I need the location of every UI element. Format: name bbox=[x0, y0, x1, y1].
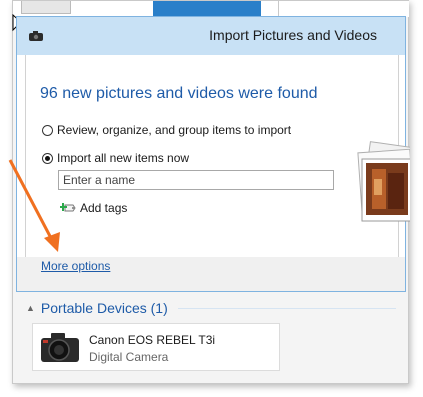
review-option[interactable]: Review, organize, and group items to imp… bbox=[42, 123, 291, 137]
import-dialog: Import Pictures and Videos 96 new pictur… bbox=[16, 16, 410, 292]
explorer-tile[interactable] bbox=[278, 1, 409, 17]
photo-stack-image bbox=[357, 141, 410, 222]
review-radio[interactable] bbox=[42, 124, 53, 136]
add-tag-icon bbox=[60, 203, 76, 212]
device-item-canon[interactable]: Canon EOS REBEL T3i Digital Camera bbox=[32, 323, 280, 371]
import-all-radio[interactable] bbox=[42, 152, 53, 164]
more-options-link[interactable]: More options bbox=[41, 259, 110, 273]
explorer-selected-tile[interactable] bbox=[153, 1, 261, 17]
section-divider bbox=[177, 307, 396, 309]
explorer-thumbnail bbox=[21, 1, 71, 14]
collapse-caret-icon[interactable]: ▲ bbox=[26, 303, 35, 313]
device-type: Digital Camera bbox=[89, 350, 169, 364]
add-tags-label: Add tags bbox=[80, 201, 128, 215]
dslr-camera-icon bbox=[41, 333, 79, 362]
import-all-option-label: Import all new items now bbox=[57, 151, 190, 165]
portable-devices-title: Portable Devices (1) bbox=[40, 300, 168, 316]
dialog-body: 96 new pictures and videos were found Re… bbox=[25, 55, 410, 258]
device-name: Canon EOS REBEL T3i bbox=[89, 333, 216, 347]
name-input[interactable] bbox=[58, 170, 334, 190]
review-option-label: Review, organize, and group items to imp… bbox=[57, 123, 292, 137]
dialog-title: Import Pictures and Videos bbox=[209, 27, 377, 43]
dialog-titlebar: Import Pictures and Videos bbox=[17, 17, 405, 55]
found-heading: 96 new pictures and videos were found bbox=[40, 85, 318, 102]
import-all-option[interactable]: Import all new items now bbox=[42, 151, 189, 165]
explorer-top-strip bbox=[13, 1, 409, 17]
portable-devices-header[interactable]: ▲ Portable Devices (1) bbox=[26, 300, 396, 316]
add-tags-link[interactable]: Add tags bbox=[60, 201, 127, 215]
